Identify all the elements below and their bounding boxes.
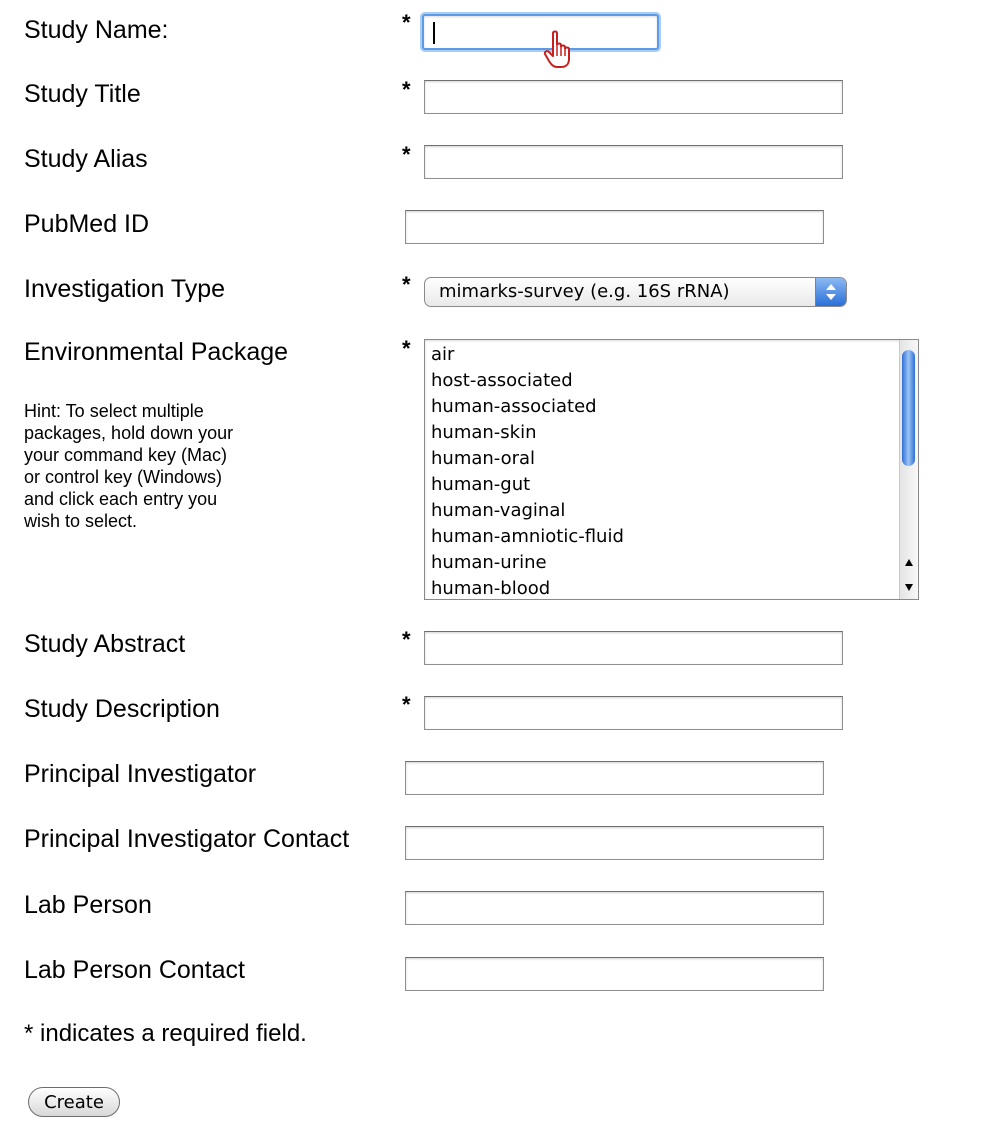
create-button[interactable]: Create bbox=[28, 1087, 120, 1117]
required-star: * bbox=[402, 627, 411, 652]
environmental-package-listbox[interactable]: air host-associated human-associated hum… bbox=[424, 339, 919, 600]
study-name-label: Study Name: bbox=[24, 16, 169, 44]
required-star: * bbox=[402, 142, 411, 167]
list-item[interactable]: human-vaginal bbox=[431, 498, 898, 524]
lab-person-label: Lab Person bbox=[24, 891, 152, 919]
principal-investigator-contact-input[interactable] bbox=[405, 826, 824, 860]
scroll-down-arrow-icon[interactable] bbox=[903, 581, 915, 593]
list-item[interactable]: human-amniotic-fluid bbox=[431, 524, 898, 550]
lab-person-contact-label: Lab Person Contact bbox=[24, 956, 245, 984]
study-abstract-label: Study Abstract bbox=[24, 630, 186, 658]
required-star: * bbox=[402, 272, 411, 297]
study-alias-label: Study Alias bbox=[24, 145, 148, 173]
principal-investigator-input[interactable] bbox=[405, 761, 824, 795]
text-caret bbox=[433, 22, 435, 44]
lab-person-contact-input[interactable] bbox=[405, 957, 824, 991]
scroll-up-arrow-icon[interactable] bbox=[903, 557, 915, 569]
study-description-input[interactable] bbox=[424, 696, 843, 730]
investigation-type-select[interactable]: mimarks-survey (e.g. 16S rRNA) bbox=[424, 277, 847, 307]
hint-line: wish to select. bbox=[24, 511, 138, 531]
required-field-note: * indicates a required field. bbox=[24, 1020, 307, 1047]
study-abstract-input[interactable] bbox=[424, 631, 843, 665]
investigation-type-value: mimarks-survey (e.g. 16S rRNA) bbox=[439, 281, 730, 302]
hint-line: your command key (Mac) bbox=[24, 445, 228, 465]
investigation-type-label: Investigation Type bbox=[24, 275, 226, 303]
required-star: * bbox=[402, 10, 411, 35]
hint-line: and click each entry you bbox=[24, 489, 218, 509]
required-star: * bbox=[402, 336, 411, 361]
hint-line: packages, hold down your bbox=[24, 423, 234, 443]
required-star: * bbox=[402, 692, 411, 717]
list-item[interactable]: human-associated bbox=[431, 394, 898, 420]
lab-person-input[interactable] bbox=[405, 891, 824, 925]
up-down-arrows-icon bbox=[815, 278, 846, 306]
pubmed-id-input[interactable] bbox=[405, 210, 824, 244]
list-item[interactable]: host-associated bbox=[431, 368, 898, 394]
principal-investigator-contact-label: Principal Investigator Contact bbox=[24, 825, 350, 853]
listbox-scrollbar[interactable] bbox=[899, 340, 918, 599]
list-item[interactable]: human-urine bbox=[431, 550, 898, 576]
hand-pointer-icon bbox=[543, 30, 570, 68]
list-item[interactable]: human-oral bbox=[431, 446, 898, 472]
environmental-package-label: Environmental Package bbox=[24, 338, 289, 366]
study-description-label: Study Description bbox=[24, 695, 220, 723]
list-item[interactable]: air bbox=[431, 342, 898, 368]
required-star: * bbox=[402, 77, 411, 102]
hint-line: or control key (Windows) bbox=[24, 467, 223, 487]
list-item[interactable]: human-blood bbox=[431, 576, 898, 599]
scrollbar-thumb[interactable] bbox=[902, 350, 915, 466]
study-title-input[interactable] bbox=[424, 80, 843, 114]
study-title-label: Study Title bbox=[24, 80, 141, 108]
principal-investigator-label: Principal Investigator bbox=[24, 760, 257, 788]
study-alias-input[interactable] bbox=[424, 145, 843, 179]
selection-hint: Hint: To select multiple packages, hold … bbox=[24, 400, 233, 532]
list-item[interactable]: human-gut bbox=[431, 472, 898, 498]
pubmed-id-label: PubMed ID bbox=[24, 210, 150, 238]
list-item[interactable]: human-skin bbox=[431, 420, 898, 446]
study-name-input[interactable] bbox=[422, 14, 659, 68]
hint-line: Hint: To select multiple bbox=[24, 401, 204, 421]
